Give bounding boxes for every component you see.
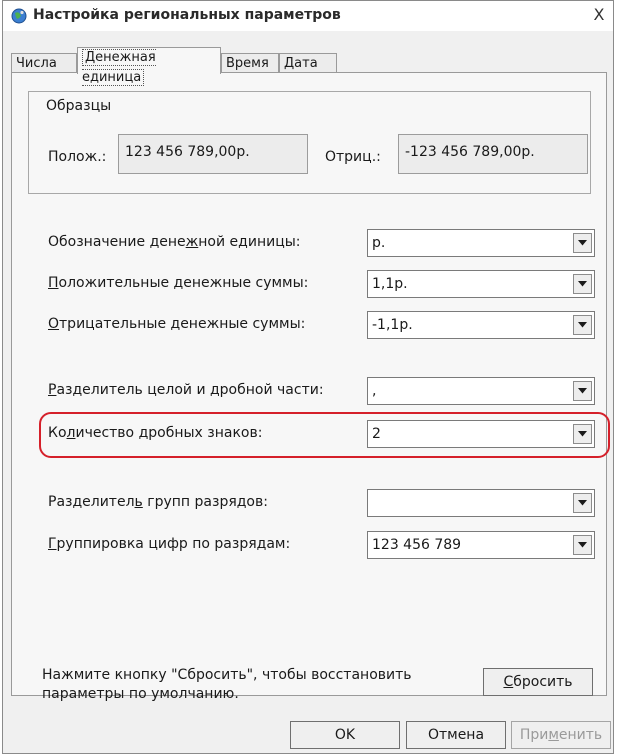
- chevron-down-icon: [578, 322, 587, 328]
- negative-sample-label: Отриц.:: [325, 149, 381, 165]
- globe-icon: [11, 8, 27, 24]
- negative-format-label: Отрицательные денежные суммы:: [48, 316, 306, 332]
- title-bar[interactable]: Настройка региональных параметров X: [3, 1, 613, 31]
- decimal-separator-label: Разделитель целой и дробной части:: [48, 382, 324, 398]
- chevron-down-icon: [578, 240, 587, 246]
- chevron-down-icon: [578, 388, 587, 394]
- decimal-digits-highlight: [39, 412, 610, 458]
- samples-legend: Образцы: [42, 98, 116, 114]
- currency-symbol-combobox[interactable]: р.: [367, 229, 595, 257]
- currency-symbol-value: р.: [372, 235, 386, 251]
- negative-format-value: -1,1р.: [372, 317, 413, 333]
- close-button[interactable]: X: [589, 5, 609, 25]
- reset-button[interactable]: Сбросить: [483, 668, 593, 696]
- digit-grouping-value: 123 456 789: [372, 537, 462, 553]
- chevron-down-icon: [578, 281, 587, 287]
- positive-sample-label: Полож.:: [48, 149, 107, 165]
- apply-button[interactable]: Применить: [511, 721, 611, 749]
- dropdown-button[interactable]: [573, 315, 592, 335]
- ok-button[interactable]: OK: [290, 721, 400, 749]
- positive-format-value: 1,1р.: [372, 276, 408, 292]
- positive-format-combobox[interactable]: 1,1р.: [367, 270, 595, 298]
- dropdown-button[interactable]: [573, 493, 592, 513]
- digit-grouping-label: Группировка цифр по разрядам:: [48, 536, 291, 552]
- currency-symbol-label: Обозначение денежной единицы:: [48, 234, 301, 250]
- dropdown-button[interactable]: [573, 535, 592, 555]
- tab-numbers[interactable]: Числа: [11, 53, 77, 73]
- group-separator-label: Разделитель групп разрядов:: [48, 494, 268, 510]
- close-icon: X: [593, 5, 605, 24]
- chevron-down-icon: [578, 500, 587, 506]
- chevron-down-icon: [578, 542, 587, 548]
- decimal-separator-value: ,: [372, 383, 377, 399]
- window-title: Настройка региональных параметров: [33, 7, 341, 23]
- digit-grouping-combobox[interactable]: 123 456 789: [367, 531, 595, 559]
- tab-time[interactable]: Время: [221, 53, 279, 73]
- reset-hint-line1: Нажмите кнопку "Сбросить", чтобы восстан…: [42, 667, 412, 683]
- positive-sample-value: 123 456 789,00р.: [125, 144, 250, 160]
- cancel-button[interactable]: Отмена: [406, 721, 506, 749]
- negative-sample-value: -123 456 789,00р.: [405, 144, 535, 160]
- group-separator-combobox[interactable]: [367, 489, 595, 517]
- dropdown-button[interactable]: [573, 381, 592, 401]
- positive-format-label: Положительные денежные суммы:: [48, 275, 309, 291]
- dropdown-button[interactable]: [573, 274, 592, 294]
- reset-hint-line2: параметры по умолчанию.: [42, 686, 239, 702]
- tab-date[interactable]: Дата: [279, 53, 337, 73]
- tab-currency[interactable]: Денежная единица: [77, 47, 221, 86]
- positive-sample-box: 123 456 789,00р.: [118, 134, 308, 174]
- dropdown-button[interactable]: [573, 233, 592, 253]
- decimal-separator-combobox[interactable]: ,: [367, 377, 595, 405]
- negative-format-combobox[interactable]: -1,1р.: [367, 311, 595, 339]
- negative-sample-box: -123 456 789,00р.: [398, 134, 588, 174]
